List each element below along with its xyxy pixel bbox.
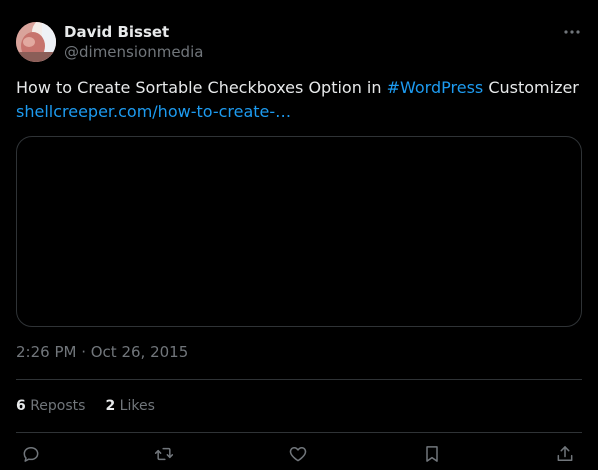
tweet-text: How to Create Sortable Checkboxes Option… — [16, 76, 582, 124]
like-icon[interactable] — [283, 444, 313, 470]
link-preview-card[interactable] — [16, 136, 582, 327]
avatar[interactable] — [16, 22, 56, 62]
divider — [16, 379, 582, 380]
action-bar — [16, 444, 582, 470]
author-handle[interactable]: @dimensionmedia — [64, 42, 203, 62]
url-link[interactable]: shellcreeper.com/how-to-create-… — [16, 102, 291, 121]
likes-label: Likes — [119, 398, 155, 414]
hashtag-link[interactable]: #WordPress — [387, 78, 484, 97]
engagement-stats: 6 Reposts 2 Likes — [16, 396, 155, 416]
bookmark-icon[interactable] — [417, 444, 447, 470]
tweet-timestamp[interactable]: 2:26 PM · Oct 26, 2015 — [16, 342, 188, 362]
likes-count: 2 — [105, 398, 116, 414]
tweet-text-prefix: How to Create Sortable Checkboxes Option… — [16, 78, 387, 97]
reposts-label: Reposts — [30, 398, 86, 414]
more-options-icon[interactable] — [556, 20, 588, 44]
divider — [16, 432, 582, 433]
repost-icon[interactable] — [149, 444, 179, 470]
reposts-stat[interactable]: 6 Reposts — [16, 396, 85, 416]
tweet: David Bisset @dimensionmedia How to Crea… — [0, 0, 598, 470]
tweet-text-suffix: Customizer — [483, 78, 579, 97]
reposts-count: 6 — [16, 398, 26, 414]
author-name[interactable]: David Bisset — [64, 22, 169, 42]
likes-stat[interactable]: 2 Likes — [105, 396, 154, 416]
share-icon[interactable] — [550, 444, 580, 470]
reply-icon[interactable] — [16, 444, 46, 470]
